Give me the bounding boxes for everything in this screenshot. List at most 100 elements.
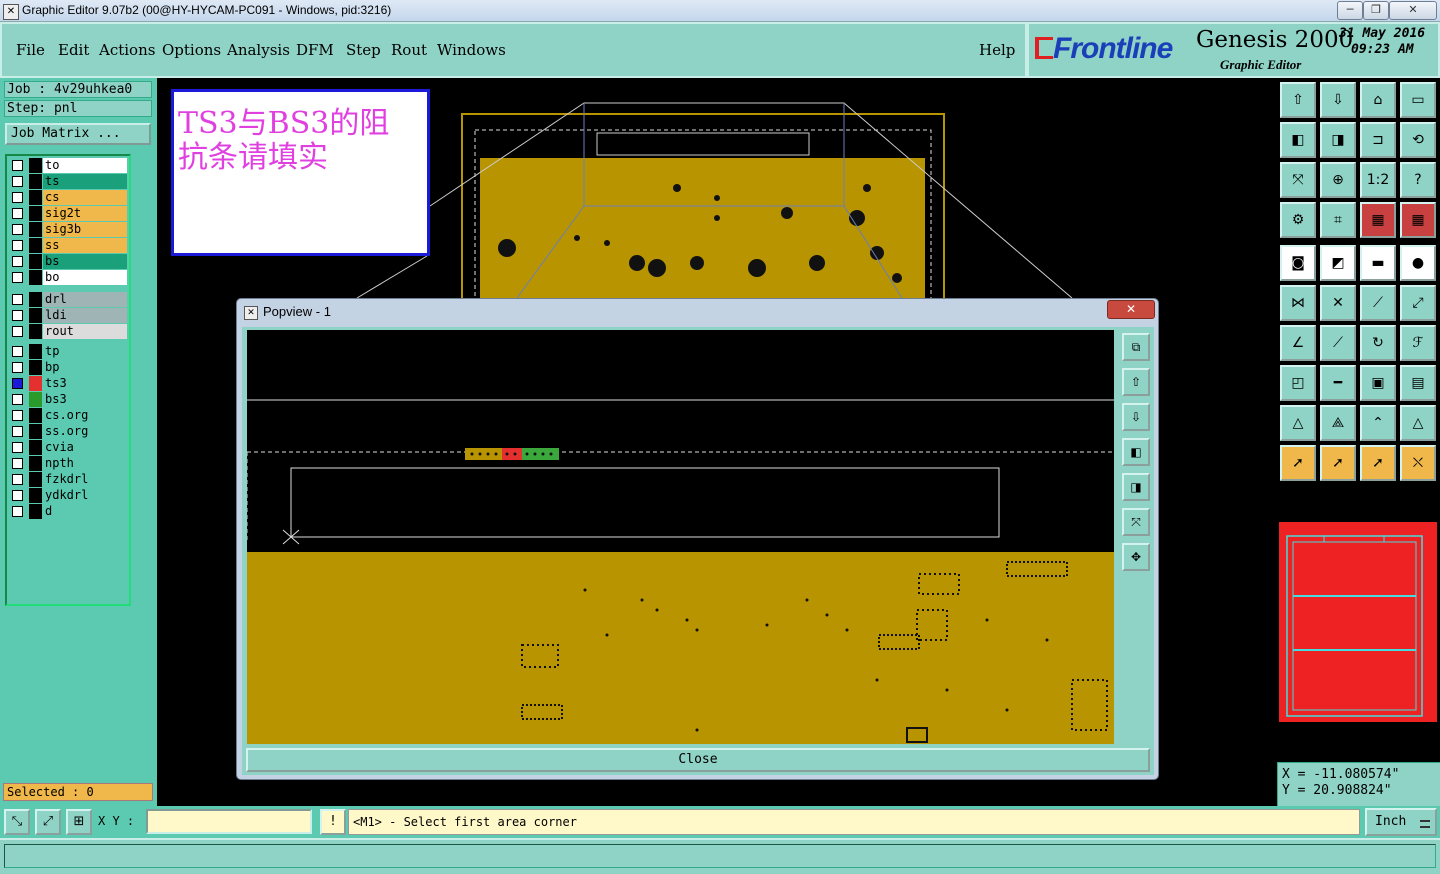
layer-row-fzkdrl[interactable]: fzkdrl <box>9 472 127 487</box>
grid-icon[interactable]: ⌗ <box>1320 202 1356 238</box>
frame-icon[interactable]: ▣ <box>1360 365 1396 401</box>
measure-icon[interactable]: ⚙ <box>1280 202 1316 238</box>
layer-row-ydkdrl[interactable]: ydkdrl <box>9 488 127 503</box>
layer-checkbox[interactable] <box>12 160 23 171</box>
menu-windows[interactable]: Windows <box>437 41 506 59</box>
popview-close-x-button[interactable]: ✕ <box>1107 300 1155 319</box>
maximize-button[interactable]: ❐ <box>1363 1 1389 20</box>
overview-map[interactable] <box>1279 522 1437 722</box>
pointer-3-icon[interactable]: ➚ <box>1360 445 1396 481</box>
minimize-button[interactable]: ─ <box>1337 1 1363 20</box>
layer-row-ts[interactable]: ts <box>9 174 127 189</box>
menu-edit[interactable]: Edit <box>58 41 89 59</box>
pointer-icon[interactable]: ➚ <box>1280 445 1316 481</box>
triangle-icon[interactable]: △ <box>1280 405 1316 441</box>
layer-row-rout[interactable]: rout <box>9 324 127 339</box>
alert-button[interactable]: ! <box>320 809 346 835</box>
split-icon[interactable]: ◰ <box>1280 365 1316 401</box>
layer-checkbox[interactable] <box>12 458 23 469</box>
mirror-f-icon[interactable]: ℱ <box>1400 325 1436 361</box>
layer-row-sig3b[interactable]: sig3b <box>9 222 127 237</box>
layer-checkbox[interactable] <box>12 474 23 485</box>
minus-icon[interactable]: ━ <box>1320 365 1356 401</box>
menu-dfm[interactable]: DFM <box>296 41 334 59</box>
layer-row-bp[interactable]: bp <box>9 360 127 375</box>
job-matrix-button[interactable]: Job Matrix ... <box>5 123 151 145</box>
layer-checkbox[interactable] <box>12 272 23 283</box>
layer-row-sig2t[interactable]: sig2t <box>9 206 127 221</box>
line-icon[interactable]: ◩ <box>1320 245 1356 281</box>
layer-checkbox[interactable] <box>12 490 23 501</box>
popview-close-button[interactable]: Close <box>246 748 1150 772</box>
layer-checkbox[interactable] <box>12 240 23 251</box>
home-icon[interactable]: ⌂ <box>1360 82 1396 118</box>
layer-row-tp[interactable]: tp <box>9 344 127 359</box>
zoom-area-icon[interactable]: ⧉ <box>1122 333 1150 361</box>
center-icon[interactable]: ✥ <box>1122 543 1150 571</box>
zoom-back-icon[interactable]: ⇩ <box>1320 82 1356 118</box>
zoom-area-status-icon[interactable]: ⤡ <box>4 809 30 835</box>
layer-checkbox[interactable] <box>12 394 23 405</box>
menu-actions[interactable]: Actions <box>99 41 155 59</box>
layer-row-drl[interactable]: drl <box>9 292 127 307</box>
layer-row-bs[interactable]: bs <box>9 254 127 269</box>
pan-left-icon[interactable]: ◧ <box>1280 122 1316 158</box>
menu-file[interactable]: File <box>16 41 45 59</box>
menu-step[interactable]: Step <box>346 41 381 59</box>
layer-checkbox[interactable] <box>12 362 23 373</box>
cross-icon[interactable]: ✕ <box>1320 285 1356 321</box>
ruler-icon[interactable]: ▬ <box>1360 245 1396 281</box>
angle-icon[interactable]: ∠ <box>1280 325 1316 361</box>
layer-checkbox[interactable] <box>12 442 23 453</box>
close-window-button[interactable]: ✕ <box>1389 1 1437 20</box>
triangle-2-icon[interactable]: ⟁ <box>1320 405 1356 441</box>
layer-checkbox[interactable] <box>12 224 23 235</box>
layer-red-2-icon[interactable]: ▦ <box>1400 202 1436 238</box>
zoom-diagonal-status-icon[interactable]: ⤢ <box>35 809 61 835</box>
help-question-icon[interactable]: ? <box>1400 162 1436 198</box>
route-icon[interactable]: ⛌ <box>1400 445 1436 481</box>
layer-row-to[interactable]: to <box>9 158 127 173</box>
snap-icon[interactable]: ⟲ <box>1400 122 1436 158</box>
layer-row-npth[interactable]: npth <box>9 456 127 471</box>
arc-icon[interactable]: ⤢ <box>1400 285 1436 321</box>
pointer-select-icon[interactable]: ➚ <box>1320 445 1356 481</box>
circle-icon[interactable]: ● <box>1400 245 1436 281</box>
layer-checkbox[interactable] <box>12 176 23 187</box>
layer-row-bs3[interactable]: bs3 <box>9 392 127 407</box>
layer-row-ss-org[interactable]: ss.org <box>9 424 127 439</box>
window-icon[interactable]: ▭ <box>1400 82 1436 118</box>
layer-checkbox[interactable] <box>12 256 23 267</box>
pad-icon[interactable]: ◙ <box>1280 245 1316 281</box>
layer-checkbox[interactable] <box>12 378 23 389</box>
xy-input[interactable] <box>146 809 312 834</box>
layer-checkbox[interactable] <box>12 426 23 437</box>
layer-checkbox[interactable] <box>12 346 23 357</box>
pan-left-icon[interactable]: ◧ <box>1122 438 1150 466</box>
layer-row-cs-org[interactable]: cs.org <box>9 408 127 423</box>
layer-row-bo[interactable]: bo <box>9 270 127 285</box>
segment-icon[interactable]: ⟋ <box>1360 285 1396 321</box>
pan-right-icon[interactable]: ◨ <box>1122 473 1150 501</box>
slope-icon[interactable]: ⟋ <box>1320 325 1356 361</box>
layer-checkbox[interactable] <box>12 506 23 517</box>
layer-row-ts3[interactable]: ts3 <box>9 376 127 391</box>
zoom-out-icon[interactable]: ⇩ <box>1122 403 1150 431</box>
layer-checkbox[interactable] <box>12 410 23 421</box>
fit-screen-icon[interactable]: ⤧ <box>1280 162 1316 198</box>
triangle-4-icon[interactable]: △ <box>1400 405 1436 441</box>
menu-analysis[interactable]: Analysis <box>227 41 290 59</box>
fit-profile-icon[interactable]: ⊕ <box>1320 162 1356 198</box>
scale-1to2-icon[interactable]: 1:2 <box>1360 162 1396 198</box>
layer-row-d[interactable]: d <box>9 504 127 519</box>
units-selector[interactable]: Inch <box>1365 808 1437 836</box>
layer-checkbox[interactable] <box>12 294 23 305</box>
layer-red-icon[interactable]: ▦ <box>1360 202 1396 238</box>
shape-icon[interactable]: ▤ <box>1400 365 1436 401</box>
triangle-3-icon[interactable]: ⌃ <box>1360 405 1396 441</box>
layer-row-ldi[interactable]: ldi <box>9 308 127 323</box>
zoom-home-icon[interactable]: ⇧ <box>1280 82 1316 118</box>
layer-row-cs[interactable]: cs <box>9 190 127 205</box>
layer-row-cvia[interactable]: cvia <box>9 440 127 455</box>
flip-icon[interactable]: ⊐ <box>1360 122 1396 158</box>
